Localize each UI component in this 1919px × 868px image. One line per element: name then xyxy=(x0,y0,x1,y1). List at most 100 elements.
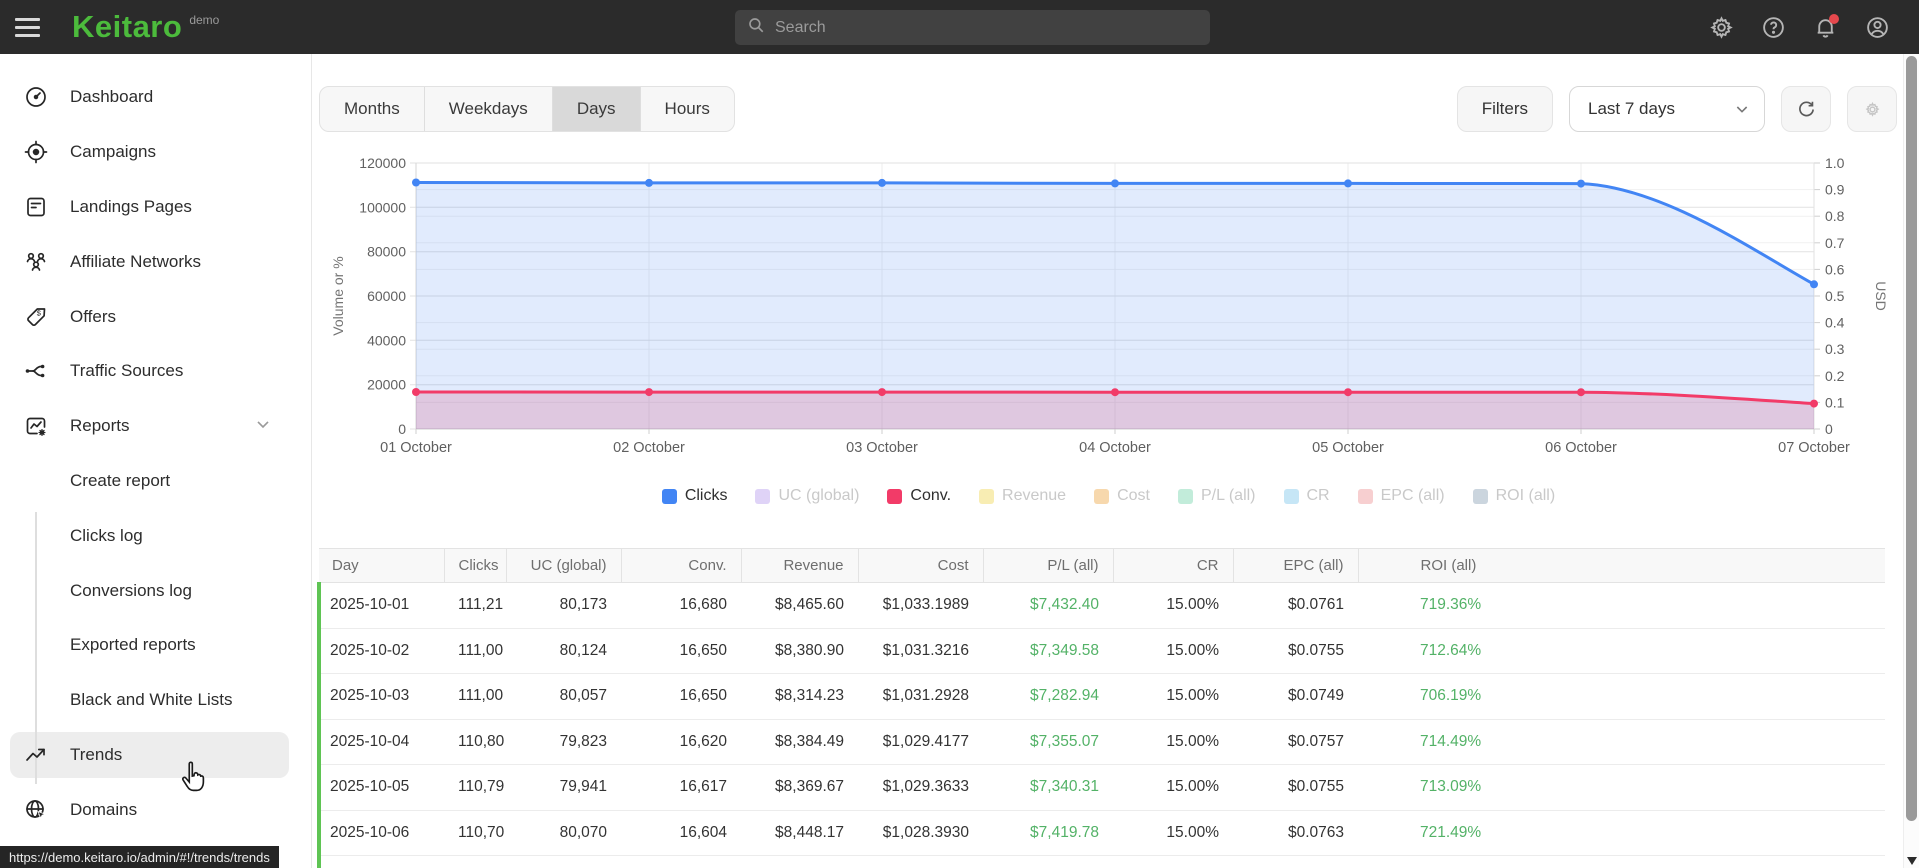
table-cell: 721.49% xyxy=(1420,823,1482,841)
sidebar-item-label: Affiliate Networks xyxy=(70,251,202,271)
sidebar-item-reports[interactable]: Reports xyxy=(0,399,311,454)
legend-item-roi-all-[interactable]: ROI (all) xyxy=(1472,487,1555,505)
date-range-select[interactable]: Last 7 days xyxy=(1569,86,1765,132)
table-cell: $7,349.58 xyxy=(1030,641,1099,659)
sidebar-item-clicks-log[interactable]: Clicks log xyxy=(0,508,311,563)
sidebar-item-trends[interactable]: Trends xyxy=(0,728,311,783)
account-icon[interactable] xyxy=(1863,13,1891,41)
sidebar-item-label: Campaigns xyxy=(70,142,156,162)
tab-months[interactable]: Months xyxy=(320,87,425,131)
table-cell: $0.0756 xyxy=(1233,856,1358,868)
hamburger-menu-icon[interactable] xyxy=(0,17,54,37)
notifications-icon[interactable] xyxy=(1811,13,1839,41)
status-url: https://demo.keitaro.io/admin/#!/trends/… xyxy=(9,849,270,865)
table-cell: 16,650 xyxy=(679,687,727,705)
table-row: 2025-10-03 111,00 80,057 16,650 $8,314.23 $1,… xyxy=(317,673,1885,719)
sidebar-item-dashboard[interactable]: Dashboard xyxy=(0,70,311,125)
svg-text:0.9: 0.9 xyxy=(1825,182,1845,198)
column-header-revenue: Revenue xyxy=(740,548,858,583)
table-cell: 11,446 xyxy=(621,856,741,868)
chart-settings-button[interactable] xyxy=(1847,86,1897,132)
trends-chart[interactable]: 0 20000 40000 60000 80000 100000 120000 0 0.1 0.2… xyxy=(323,132,1898,472)
legend-item-clicks[interactable]: Clicks xyxy=(661,487,727,505)
sidebar-item-affiliate-networks[interactable]: Affiliate Networks xyxy=(0,234,311,289)
filters-button[interactable]: Filters xyxy=(1456,86,1553,132)
table-cell: $8,465.60 xyxy=(775,596,844,614)
table-cell: $0.0757 xyxy=(1287,732,1344,750)
legend-item-epc-all-[interactable]: EPC (all) xyxy=(1357,487,1445,505)
legend-swatch xyxy=(1357,488,1373,504)
table-cell: 80,124 xyxy=(559,641,607,659)
column-header-roi-all-: ROI (all) xyxy=(1357,548,1885,583)
svg-text:0.5: 0.5 xyxy=(1825,288,1845,304)
legend-item-conv-[interactable]: Conv. xyxy=(887,487,951,505)
global-search[interactable] xyxy=(735,10,1210,45)
sidebar-item-exported-reports[interactable]: Exported reports xyxy=(0,618,311,673)
table-cell: 2025-10-04 xyxy=(317,719,444,765)
table-cell: 15.00% xyxy=(1166,778,1219,796)
table-row: 2025-10-05 110,79 79,941 16,617 $8,369.67 $1,… xyxy=(317,764,1885,810)
sidebar-item-offers[interactable]: $ Offers xyxy=(0,289,311,344)
table-cell: $8,384.49 xyxy=(775,732,844,750)
brand-logo: Keitaro xyxy=(72,9,183,44)
table-cell: 712.64% xyxy=(1420,641,1482,659)
refresh-button[interactable] xyxy=(1781,86,1831,132)
table-cell: 79,941 xyxy=(559,778,607,796)
sidebar-item-traffic-sources[interactable]: Traffic Sources xyxy=(0,344,311,399)
sidebar-item-conversions-log[interactable]: Conversions log xyxy=(0,563,311,618)
tab-weekdays[interactable]: Weekdays xyxy=(425,87,553,131)
table-cell: $1,033.1989 xyxy=(882,596,969,614)
tab-days[interactable]: Days xyxy=(552,87,641,131)
table-row: 2025-10-04 110,80 79,823 16,620 $8,384.49 $1,… xyxy=(317,719,1885,765)
chevron-down-icon xyxy=(253,414,273,439)
table-cell: 15.00% xyxy=(1166,596,1219,614)
svg-text:0.1: 0.1 xyxy=(1825,394,1845,410)
table-cell: $1,031.3216 xyxy=(882,641,969,659)
column-header-uc-global-: UC (global) xyxy=(505,548,621,583)
table-row: 2025-10-06 110,70 80,070 16,604 $8,448.17 $1,… xyxy=(317,810,1885,856)
sidebar: Dashboard Campaigns Landings Pages Affiliat… xyxy=(0,54,312,868)
legend-label: Conv. xyxy=(910,487,952,504)
scrollbar-down-arrow-icon[interactable] xyxy=(1907,857,1917,865)
scrollbar-thumb[interactable] xyxy=(1906,56,1917,821)
table-cell: $1,029.4177 xyxy=(882,732,969,750)
svg-text:07 October: 07 October xyxy=(1778,440,1850,456)
search-icon xyxy=(747,16,765,39)
table-header-row: Day Clicks UC (global) Conv. Revenue Cost P/L … xyxy=(319,548,1885,583)
tab-hours[interactable]: Hours xyxy=(641,87,734,131)
sidebar-item-black-and-white-lists[interactable]: Black and White Lists xyxy=(0,673,311,728)
affiliate-icon xyxy=(24,250,48,274)
sidebar-item-campaigns[interactable]: Campaigns xyxy=(0,125,311,180)
settings-icon[interactable] xyxy=(1707,13,1735,41)
help-icon[interactable] xyxy=(1759,13,1787,41)
sidebar-item-create-report[interactable]: Create report xyxy=(0,454,311,509)
legend-item-cost[interactable]: Cost xyxy=(1094,487,1150,505)
legend-item-uc-global-[interactable]: UC (global) xyxy=(755,487,859,505)
legend-item-p-l-all-[interactable]: P/L (all) xyxy=(1177,487,1256,505)
svg-text:0.4: 0.4 xyxy=(1825,315,1845,331)
svg-text:100000: 100000 xyxy=(359,199,406,215)
table-cell: 2025-10-03 xyxy=(317,673,444,719)
table-cell: $7,355.07 xyxy=(1030,732,1099,750)
trends-icon xyxy=(24,743,48,767)
date-range-value: Last 7 days xyxy=(1588,99,1675,118)
table-cell: 111,00 xyxy=(458,687,504,705)
sidebar-item-label: Black and White Lists xyxy=(70,690,233,710)
column-header-clicks: Clicks xyxy=(443,548,506,583)
sidebar-item-domains[interactable]: Domains xyxy=(0,782,311,837)
vertical-scrollbar[interactable] xyxy=(1903,54,1919,868)
table-cell: $5,768.84 xyxy=(741,856,858,868)
column-header-epc-all-: EPC (all) xyxy=(1232,548,1358,583)
table-cell: 706.19% xyxy=(1420,687,1482,705)
search-input[interactable] xyxy=(775,18,1198,37)
table-cell: 111,21 xyxy=(458,596,504,614)
legend-label: P/L (all) xyxy=(1200,487,1256,504)
table-cell: 16,604 xyxy=(679,823,727,841)
legend-item-revenue[interactable]: Revenue xyxy=(979,487,1066,505)
table-cell: 2025-10-01 xyxy=(317,582,444,628)
legend-label: Cost xyxy=(1117,487,1150,504)
sidebar-item-landings-pages[interactable]: Landings Pages xyxy=(0,180,311,235)
legend-item-cr[interactable]: CR xyxy=(1283,487,1330,505)
table-cell: $7,419.78 xyxy=(1030,823,1099,841)
sidebar-item-label: Landings Pages xyxy=(70,196,192,216)
